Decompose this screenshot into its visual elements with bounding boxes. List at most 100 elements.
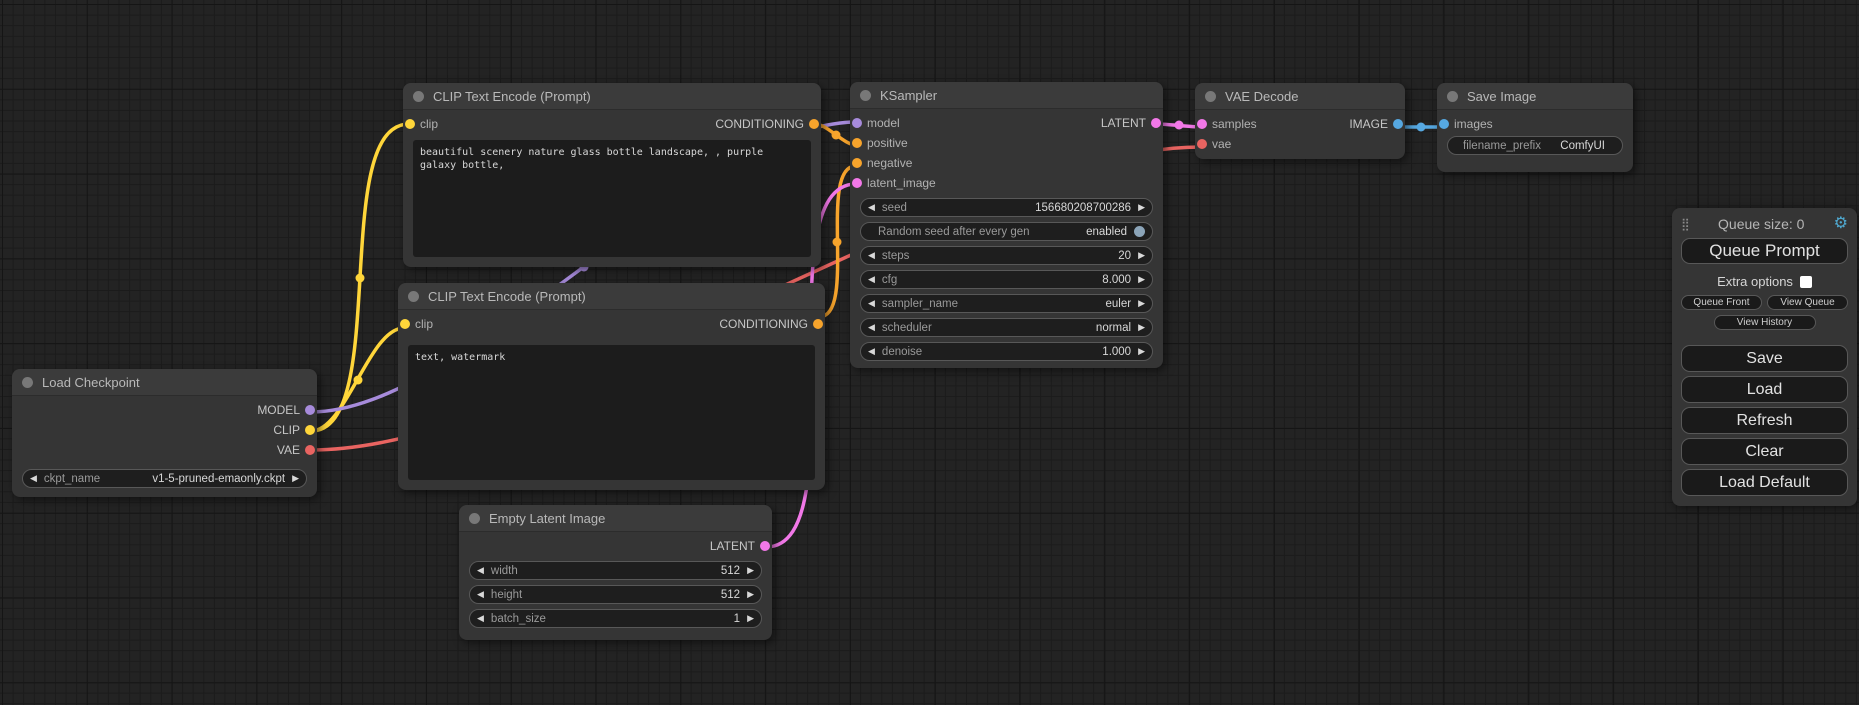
- ckpt-name-widget[interactable]: ◀ ckpt_name v1-5-pruned-emaonly.ckpt ▶: [22, 469, 307, 488]
- widget-label: denoise: [882, 346, 922, 358]
- node-title: Save Image: [1467, 89, 1536, 104]
- decrement-arrow-icon[interactable]: ◀: [868, 251, 875, 260]
- vae-output-port[interactable]: [305, 445, 315, 455]
- link-midpoint-dot: [356, 274, 365, 283]
- node-titlebar[interactable]: CLIP Text Encode (Prompt): [403, 83, 821, 110]
- increment-arrow-icon[interactable]: ▶: [1138, 323, 1145, 332]
- extra-options-row: Extra options: [1681, 274, 1848, 289]
- collapse-dot-icon[interactable]: [413, 91, 424, 102]
- save-button[interactable]: Save: [1681, 345, 1848, 372]
- width-widget[interactable]: ◀ width 512 ▶: [469, 561, 762, 580]
- decrement-arrow-icon[interactable]: ◀: [868, 323, 875, 332]
- node-titlebar[interactable]: CLIP Text Encode (Prompt): [398, 283, 825, 310]
- node-titlebar[interactable]: Load Checkpoint: [12, 369, 317, 396]
- node-clip-text-encode-negative[interactable]: CLIP Text Encode (Prompt) clip CONDITION…: [398, 283, 825, 490]
- node-titlebar[interactable]: Empty Latent Image: [459, 505, 772, 532]
- collapse-dot-icon[interactable]: [1447, 91, 1458, 102]
- output-label: CONDITIONING: [715, 117, 804, 131]
- images-input-port[interactable]: [1439, 119, 1449, 129]
- link-midpoint-dot: [832, 131, 841, 140]
- graph-canvas[interactable]: { "nodes": { "load_checkpoint": { "title…: [0, 0, 1859, 705]
- positive-input-port[interactable]: [852, 138, 862, 148]
- collapse-dot-icon[interactable]: [22, 377, 33, 388]
- settings-gear-icon[interactable]: ⚙: [1834, 216, 1848, 232]
- negative-prompt-textarea[interactable]: text, watermark: [408, 345, 815, 480]
- widget-label: filename_prefix: [1463, 140, 1541, 152]
- node-empty-latent-image[interactable]: Empty Latent Image LATENT ◀ width 512 ▶ …: [459, 505, 772, 640]
- extra-options-checkbox[interactable]: [1800, 276, 1812, 288]
- node-clip-text-encode-positive[interactable]: CLIP Text Encode (Prompt) clip CONDITION…: [403, 83, 821, 267]
- negative-input-port[interactable]: [852, 158, 862, 168]
- node-titlebar[interactable]: VAE Decode: [1195, 83, 1405, 110]
- node-load-checkpoint[interactable]: Load Checkpoint MODEL CLIP VAE ◀ ckpt_na…: [12, 369, 317, 497]
- cfg-widget[interactable]: ◀ cfg 8.000 ▶: [860, 270, 1153, 289]
- collapse-dot-icon[interactable]: [1205, 91, 1216, 102]
- clip-input-port[interactable]: [405, 119, 415, 129]
- sampler-name-widget[interactable]: ◀ sampler_name euler ▶: [860, 294, 1153, 313]
- node-titlebar[interactable]: KSampler: [850, 82, 1163, 109]
- increment-arrow-icon[interactable]: ▶: [292, 474, 299, 483]
- input-label: latent_image: [867, 176, 936, 190]
- samples-input-port[interactable]: [1197, 119, 1207, 129]
- toggle-enabled-icon[interactable]: [1134, 226, 1145, 237]
- positive-prompt-textarea[interactable]: beautiful scenery nature glass bottle la…: [413, 140, 811, 257]
- conditioning-output-port[interactable]: [813, 319, 823, 329]
- model-input-port[interactable]: [852, 118, 862, 128]
- latent-output-port[interactable]: [1151, 118, 1161, 128]
- increment-arrow-icon[interactable]: ▶: [747, 566, 754, 575]
- filename-prefix-widget[interactable]: filename_prefix ComfyUI: [1447, 136, 1623, 155]
- decrement-arrow-icon[interactable]: ◀: [477, 590, 484, 599]
- drag-handle-icon[interactable]: ⣿: [1681, 217, 1689, 231]
- increment-arrow-icon[interactable]: ▶: [1138, 347, 1145, 356]
- increment-arrow-icon[interactable]: ▶: [747, 614, 754, 623]
- increment-arrow-icon[interactable]: ▶: [747, 590, 754, 599]
- node-titlebar[interactable]: Save Image: [1437, 83, 1633, 110]
- latent-image-input-port[interactable]: [852, 178, 862, 188]
- scheduler-widget[interactable]: ◀ scheduler normal ▶: [860, 318, 1153, 337]
- increment-arrow-icon[interactable]: ▶: [1138, 299, 1145, 308]
- collapse-dot-icon[interactable]: [408, 291, 419, 302]
- decrement-arrow-icon[interactable]: ◀: [868, 275, 875, 284]
- decrement-arrow-icon[interactable]: ◀: [868, 203, 875, 212]
- clear-button[interactable]: Clear: [1681, 438, 1848, 465]
- queue-prompt-button[interactable]: Queue Prompt: [1681, 238, 1848, 264]
- node-save-image[interactable]: Save Image images filename_prefix ComfyU…: [1437, 83, 1633, 172]
- seed-widget[interactable]: ◀ seed 156680208700286 ▶: [860, 198, 1153, 217]
- decrement-arrow-icon[interactable]: ◀: [477, 614, 484, 623]
- clip-output-port[interactable]: [305, 425, 315, 435]
- batch-size-widget[interactable]: ◀ batch_size 1 ▶: [469, 609, 762, 628]
- increment-arrow-icon[interactable]: ▶: [1138, 203, 1145, 212]
- queue-front-button[interactable]: Queue Front: [1681, 295, 1762, 310]
- input-label: positive: [867, 136, 908, 150]
- conditioning-output-port[interactable]: [809, 119, 819, 129]
- denoise-widget[interactable]: ◀ denoise 1.000 ▶: [860, 342, 1153, 361]
- decrement-arrow-icon[interactable]: ◀: [477, 566, 484, 575]
- output-label: CLIP: [273, 423, 300, 437]
- increment-arrow-icon[interactable]: ▶: [1138, 251, 1145, 260]
- widget-value: 1: [734, 613, 740, 625]
- increment-arrow-icon[interactable]: ▶: [1138, 275, 1145, 284]
- clip-input-port[interactable]: [400, 319, 410, 329]
- view-queue-button[interactable]: View Queue: [1767, 295, 1848, 310]
- random-seed-toggle-widget[interactable]: Random seed after every gen enabled: [860, 222, 1153, 241]
- refresh-button[interactable]: Refresh: [1681, 407, 1848, 434]
- decrement-arrow-icon[interactable]: ◀: [30, 474, 37, 483]
- collapse-dot-icon[interactable]: [469, 513, 480, 524]
- queue-size-label: Queue size: 0: [1689, 216, 1834, 232]
- steps-widget[interactable]: ◀ steps 20 ▶: [860, 246, 1153, 265]
- model-output-port[interactable]: [305, 405, 315, 415]
- height-widget[interactable]: ◀ height 512 ▶: [469, 585, 762, 604]
- decrement-arrow-icon[interactable]: ◀: [868, 347, 875, 356]
- load-button[interactable]: Load: [1681, 376, 1848, 403]
- decrement-arrow-icon[interactable]: ◀: [868, 299, 875, 308]
- collapse-dot-icon[interactable]: [860, 90, 871, 101]
- vae-input-port[interactable]: [1197, 139, 1207, 149]
- port-row: clip CONDITIONING: [398, 314, 825, 334]
- node-vae-decode[interactable]: VAE Decode samples IMAGE vae: [1195, 83, 1405, 159]
- widget-value: 512: [721, 589, 740, 601]
- node-ksampler[interactable]: KSampler model LATENT positive negative …: [850, 82, 1163, 368]
- view-history-button[interactable]: View History: [1714, 315, 1816, 330]
- latent-output-port[interactable]: [760, 541, 770, 551]
- image-output-port[interactable]: [1393, 119, 1403, 129]
- load-default-button[interactable]: Load Default: [1681, 469, 1848, 496]
